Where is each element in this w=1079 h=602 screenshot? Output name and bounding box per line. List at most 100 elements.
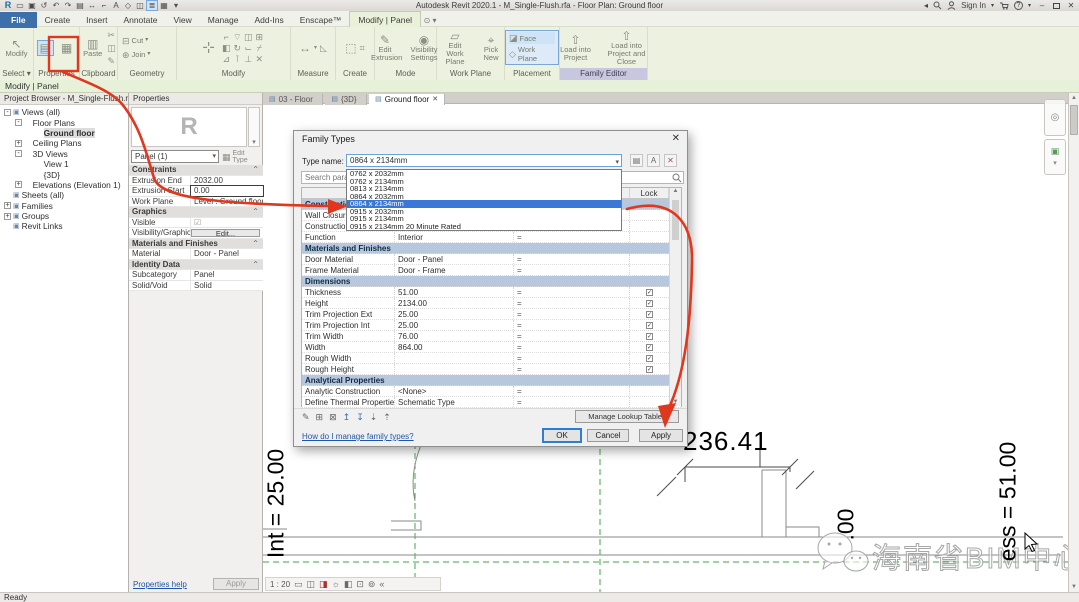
visual-style-icon[interactable]: ◫: [307, 579, 316, 590]
expand-toggle-icon[interactable]: +: [15, 140, 22, 147]
pin-icon[interactable]: ⊺: [235, 53, 240, 65]
view-tab[interactable]: ▤ 03 - Floor: [263, 94, 323, 105]
parameter-lock-cell[interactable]: ✓: [630, 397, 669, 407]
parameter-lock-cell[interactable]: ✓: [630, 298, 669, 308]
parameter-lock-cell[interactable]: ✓: [630, 287, 669, 297]
properties-help-link[interactable]: Properties help: [133, 580, 187, 589]
parameter-formula[interactable]: =: [514, 342, 630, 352]
create-group-icon[interactable]: ⬚: [345, 42, 356, 54]
dropdown-item[interactable]: 0762 x 2032mm: [347, 170, 621, 178]
tree-item[interactable]: + ▣ Ceiling Plans: [0, 138, 128, 148]
parameter-lock-cell[interactable]: ✓: [630, 309, 669, 319]
property-value[interactable]: Panel: [191, 270, 263, 280]
parameter-lock-cell[interactable]: ✓: [630, 210, 669, 220]
dialog-close-icon[interactable]: ✕: [672, 133, 680, 144]
scrollbar-thumb[interactable]: [1070, 105, 1078, 135]
tree-item[interactable]: ▣ View 1: [0, 159, 128, 169]
rename-type-icon[interactable]: A: [647, 154, 660, 167]
ok-button[interactable]: OK: [543, 429, 581, 442]
property-row[interactable]: Extrusion End 2032.00 ⌃: [129, 176, 263, 187]
edit-parameter-icon[interactable]: ✎: [302, 412, 310, 423]
parameter-row[interactable]: Width 864.00 = ✓ ⌃: [302, 342, 681, 353]
parameter-row[interactable]: Thickness 51.00 = ✓ ⌃: [302, 287, 681, 298]
unpin-icon[interactable]: ⊥: [244, 53, 252, 65]
dropdown-item[interactable]: 0813 x 2134mm: [347, 185, 621, 193]
temporary-hide-icon[interactable]: ◨: [319, 579, 328, 590]
lock-checkbox[interactable]: ✓: [646, 355, 653, 362]
section-pin-icon[interactable]: ⌃: [252, 260, 259, 270]
tree-item[interactable]: - ▣ 3D Views: [0, 149, 128, 159]
ribbon-tab[interactable]: Add-Ins: [246, 12, 291, 28]
parameter-lock-cell[interactable]: ✓: [630, 353, 669, 363]
sort-ascending-icon[interactable]: ⇣: [370, 412, 378, 423]
property-row[interactable]: Subcategory Panel ⌃: [129, 270, 263, 281]
expand-toggle-icon[interactable]: -: [15, 150, 22, 157]
tree-item[interactable]: - ▣ Views (all): [0, 107, 128, 117]
minimize-button[interactable]: –: [1036, 1, 1048, 10]
parameter-value[interactable]: [395, 353, 514, 363]
parameter-lock-cell[interactable]: ✓: [630, 254, 669, 264]
parameter-value[interactable]: 25.00: [395, 309, 514, 319]
tree-item[interactable]: ▣ {3D}: [0, 169, 128, 179]
sign-in-caret-icon[interactable]: ▾: [991, 2, 994, 9]
table-scroll-down-icon[interactable]: ▼: [670, 399, 681, 405]
tree-item[interactable]: ▣ Revit Links: [0, 221, 128, 231]
create-similar-icon[interactable]: ⌗: [360, 42, 365, 54]
edit-extrusion-button[interactable]: ✎Edit Extrusion: [369, 33, 401, 63]
paste-button[interactable]: ▥Paste: [81, 37, 104, 59]
collapse-icon[interactable]: «: [379, 579, 384, 589]
edit-type-button[interactable]: ▦Edit Type: [222, 150, 260, 163]
properties-apply-button[interactable]: Apply: [213, 578, 259, 590]
parameter-row[interactable]: Height 2134.00 = ✓ ⌃: [302, 298, 681, 309]
parameter-lock-cell[interactable]: ✓: [630, 364, 669, 374]
scale-icon[interactable]: ⊿: [223, 53, 231, 65]
measure-icon[interactable]: ↔: [86, 0, 98, 11]
property-row[interactable]: Extrusion Start 0.00 ⌃: [129, 186, 263, 197]
edit-work-plane-button[interactable]: ▱Edit Work Plane: [437, 29, 473, 67]
parameter-row[interactable]: Trim Width 76.00 = ✓ ⌃: [302, 331, 681, 342]
parameter-row[interactable]: Function Interior = ✓ ⌃: [302, 232, 681, 243]
parameter-value[interactable]: 51.00: [395, 287, 514, 297]
cancel-button[interactable]: Cancel: [587, 429, 629, 442]
ribbon-tab[interactable]: Enscape™: [292, 12, 350, 28]
parameter-lock-cell[interactable]: ✓: [631, 199, 670, 209]
tree-item[interactable]: + ▣ Families: [0, 201, 128, 211]
parameter-formula[interactable]: =: [514, 309, 630, 319]
property-value[interactable]: Solid: [191, 281, 263, 291]
ribbon-tab[interactable]: Manage: [200, 12, 247, 28]
face-option[interactable]: ◪Face: [509, 32, 555, 44]
pick-new-button[interactable]: ⌖Pick New: [478, 33, 504, 63]
table-scrollbar[interactable]: ▲▼: [669, 188, 681, 406]
manage-lookup-tables-button[interactable]: Manage Lookup Tables: [575, 410, 679, 423]
property-value[interactable]: Edit...: [191, 229, 260, 237]
parameter-row[interactable]: Analytical Properties ✓ ⌃: [302, 375, 681, 386]
vertical-scrollbar[interactable]: ▲ ▼: [1068, 93, 1079, 592]
expand-toggle-icon[interactable]: +: [4, 202, 11, 209]
view-tab[interactable]: ▤ Ground floor ✕: [369, 94, 445, 105]
text-icon[interactable]: A: [110, 0, 122, 11]
lock-checkbox[interactable]: ✓: [646, 366, 653, 373]
parameter-value[interactable]: [395, 364, 514, 374]
property-row[interactable]: Material Door - Panel ⌃: [129, 249, 263, 260]
join-geometry-button[interactable]: ⊕Join▾: [122, 49, 150, 61]
parameter-formula[interactable]: =: [514, 397, 630, 407]
parameter-value[interactable]: 76.00: [395, 331, 514, 341]
help-caret-icon[interactable]: ▾: [1028, 2, 1031, 9]
cut-geometry-button[interactable]: ⊟Cut▾: [122, 35, 148, 47]
property-value[interactable]: 0.00: [191, 186, 263, 196]
lock-checkbox[interactable]: ✓: [646, 311, 653, 318]
parameter-value[interactable]: Interior: [395, 232, 514, 242]
modify-button[interactable]: ↖Modify: [3, 37, 29, 59]
parameter-value[interactable]: 25.00: [395, 320, 514, 330]
tree-item[interactable]: ▣ Sheets (all): [0, 190, 128, 200]
dimension-tool-icon[interactable]: ◺: [320, 42, 327, 54]
parameter-value[interactable]: Schematic Type: [395, 397, 514, 407]
crop-view-icon[interactable]: ⊡: [356, 579, 364, 590]
parameter-value[interactable]: 864.00: [395, 342, 514, 352]
ribbon-tab[interactable]: File: [0, 12, 37, 28]
work-plane-option[interactable]: ◇Work Plane: [509, 45, 555, 63]
lock-checkbox[interactable]: ✓: [646, 333, 653, 340]
dropdown-item[interactable]: 0864 x 2032mm: [347, 193, 621, 201]
dropdown-item[interactable]: 0762 x 2134mm: [347, 178, 621, 186]
parameter-row[interactable]: Define Thermal Properties by Schematic T…: [302, 397, 681, 408]
